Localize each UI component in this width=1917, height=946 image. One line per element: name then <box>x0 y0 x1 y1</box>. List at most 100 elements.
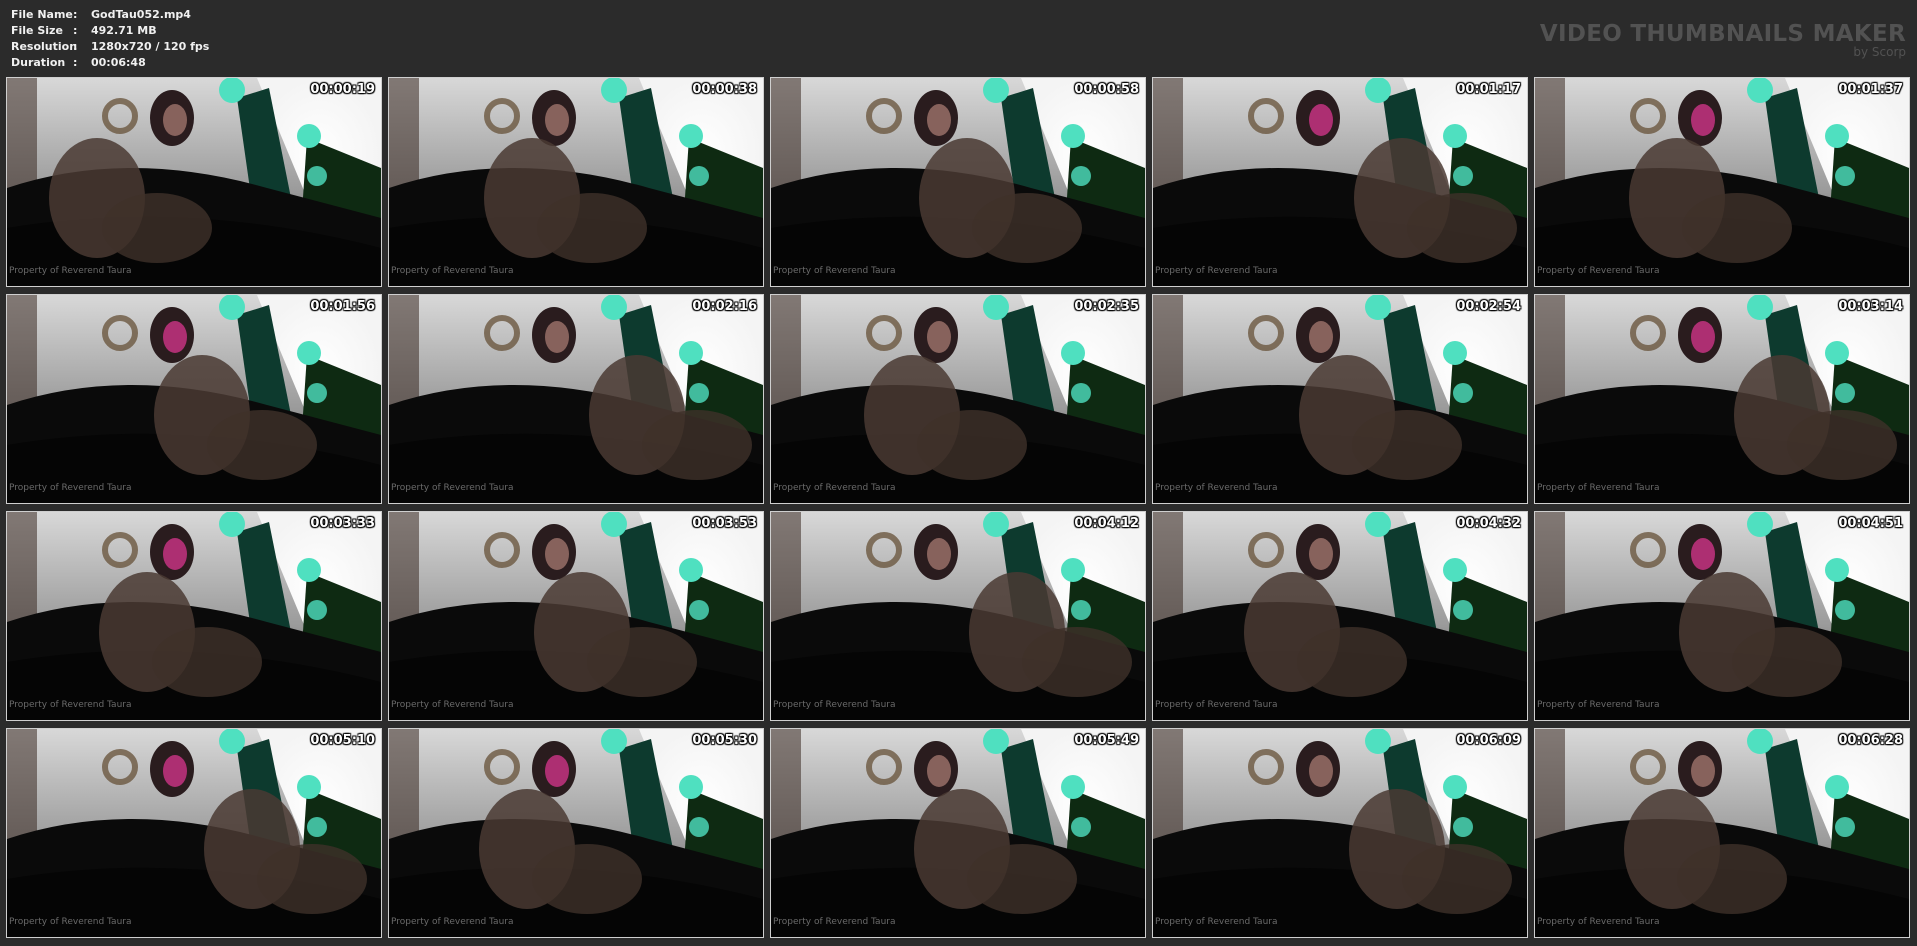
watermark-label: Property of Reverend Taura <box>391 266 514 276</box>
frame-image <box>389 729 763 937</box>
brand-title: VIDEO THUMBNAILS MAKER <box>1539 21 1906 47</box>
timestamp-label: 00:00:58 <box>1074 82 1139 97</box>
frame-image <box>1153 729 1527 937</box>
video-thumbnail[interactable]: 00:01:17 Property of Reverend Taura <box>1152 77 1528 287</box>
timestamp-label: 00:00:38 <box>692 82 757 97</box>
watermark-label: Property of Reverend Taura <box>9 700 132 710</box>
timestamp-label: 00:05:10 <box>310 733 375 748</box>
timestamp-label: 00:00:19 <box>310 82 375 97</box>
video-thumbnail[interactable]: 00:01:37 Property of Reverend Taura <box>1534 77 1910 287</box>
thumbnail-grid: 00:00:19 Property of Reverend Taura 00:00:… <box>6 77 1910 938</box>
timestamp-label: 00:04:32 <box>1456 516 1521 531</box>
duration-sep: : <box>73 56 78 69</box>
video-thumbnail[interactable]: 00:01:56 Property of Reverend Taura <box>6 294 382 504</box>
timestamp-label: 00:05:49 <box>1074 733 1139 748</box>
timestamp-label: 00:01:37 <box>1838 82 1903 97</box>
video-thumbnail[interactable]: 00:06:28 Property of Reverend Taura <box>1534 728 1910 938</box>
timestamp-label: 00:02:54 <box>1456 299 1521 314</box>
file-size-row: File Size : 492.71 MB <box>11 23 209 39</box>
watermark-label: Property of Reverend Taura <box>773 917 896 927</box>
file-name-value: GodTau052.mp4 <box>91 8 191 21</box>
contact-sheet: File Name : GodTau052.mp4 File Size : 49… <box>0 0 1917 946</box>
video-thumbnail[interactable]: 00:03:14 Property of Reverend Taura <box>1534 294 1910 504</box>
video-thumbnail[interactable]: 00:02:35 Property of Reverend Taura <box>770 294 1146 504</box>
timestamp-label: 00:06:28 <box>1838 733 1903 748</box>
frame-image <box>389 78 763 286</box>
brand-logo: VIDEO THUMBNAILS MAKER by Scorp <box>1540 22 1906 58</box>
frame-image <box>1535 729 1909 937</box>
watermark-label: Property of Reverend Taura <box>9 483 132 493</box>
frame-image <box>7 729 381 937</box>
watermark-label: Property of Reverend Taura <box>9 917 132 927</box>
frame-image <box>1153 78 1527 286</box>
frame-image <box>1153 295 1527 503</box>
frame-image <box>7 512 381 720</box>
watermark-label: Property of Reverend Taura <box>391 483 514 493</box>
watermark-label: Property of Reverend Taura <box>1155 483 1278 493</box>
duration-row: Duration : 00:06:48 <box>11 55 209 71</box>
timestamp-label: 00:05:30 <box>692 733 757 748</box>
watermark-label: Property of Reverend Taura <box>773 483 896 493</box>
video-thumbnail[interactable]: 00:02:54 Property of Reverend Taura <box>1152 294 1528 504</box>
frame-image <box>771 512 1145 720</box>
timestamp-label: 00:03:14 <box>1838 299 1903 314</box>
video-thumbnail[interactable]: 00:04:12 Property of Reverend Taura <box>770 511 1146 721</box>
file-info-panel: File Name : GodTau052.mp4 File Size : 49… <box>11 7 209 71</box>
file-name-row: File Name : GodTau052.mp4 <box>11 7 209 23</box>
resolution-key: Resolution <box>11 40 78 53</box>
file-name-sep: : <box>73 8 78 21</box>
video-thumbnail[interactable]: 00:00:19 Property of Reverend Taura <box>6 77 382 287</box>
timestamp-label: 00:02:16 <box>692 299 757 314</box>
timestamp-label: 00:02:35 <box>1074 299 1139 314</box>
frame-image <box>7 78 381 286</box>
watermark-label: Property of Reverend Taura <box>1537 266 1660 276</box>
watermark-label: Property of Reverend Taura <box>9 266 132 276</box>
video-thumbnail[interactable]: 00:03:33 Property of Reverend Taura <box>6 511 382 721</box>
file-size-sep: : <box>73 24 78 37</box>
video-thumbnail[interactable]: 00:04:32 Property of Reverend Taura <box>1152 511 1528 721</box>
file-size-key: File Size <box>11 24 63 37</box>
file-size-value: 492.71 MB <box>91 24 157 37</box>
video-thumbnail[interactable]: 00:00:38 Property of Reverend Taura <box>388 77 764 287</box>
watermark-label: Property of Reverend Taura <box>1537 700 1660 710</box>
watermark-label: Property of Reverend Taura <box>773 266 896 276</box>
frame-image <box>771 78 1145 286</box>
watermark-label: Property of Reverend Taura <box>391 700 514 710</box>
video-thumbnail[interactable]: 00:04:51 Property of Reverend Taura <box>1534 511 1910 721</box>
timestamp-label: 00:01:17 <box>1456 82 1521 97</box>
watermark-label: Property of Reverend Taura <box>773 700 896 710</box>
watermark-label: Property of Reverend Taura <box>1537 483 1660 493</box>
resolution-row: Resolution : 1280x720 / 120 fps <box>11 39 209 55</box>
video-thumbnail[interactable]: 00:03:53 Property of Reverend Taura <box>388 511 764 721</box>
timestamp-label: 00:01:56 <box>310 299 375 314</box>
watermark-label: Property of Reverend Taura <box>391 917 514 927</box>
frame-image <box>1535 78 1909 286</box>
video-thumbnail[interactable]: 00:05:10 Property of Reverend Taura <box>6 728 382 938</box>
resolution-sep: : <box>73 40 78 53</box>
watermark-label: Property of Reverend Taura <box>1155 700 1278 710</box>
video-thumbnail[interactable]: 00:06:09 Property of Reverend Taura <box>1152 728 1528 938</box>
watermark-label: Property of Reverend Taura <box>1155 917 1278 927</box>
video-thumbnail[interactable]: 00:05:49 Property of Reverend Taura <box>770 728 1146 938</box>
brand-subtitle: by Scorp <box>1853 45 1906 59</box>
timestamp-label: 00:06:09 <box>1456 733 1521 748</box>
frame-image <box>389 295 763 503</box>
video-thumbnail[interactable]: 00:05:30 Property of Reverend Taura <box>388 728 764 938</box>
duration-key: Duration <box>11 56 66 69</box>
timestamp-label: 00:03:53 <box>692 516 757 531</box>
timestamp-label: 00:03:33 <box>310 516 375 531</box>
video-thumbnail[interactable]: 00:02:16 Property of Reverend Taura <box>388 294 764 504</box>
timestamp-label: 00:04:51 <box>1838 516 1903 531</box>
watermark-label: Property of Reverend Taura <box>1537 917 1660 927</box>
video-thumbnail[interactable]: 00:00:58 Property of Reverend Taura <box>770 77 1146 287</box>
frame-image <box>7 295 381 503</box>
resolution-value: 1280x720 / 120 fps <box>91 40 210 53</box>
frame-image <box>1535 295 1909 503</box>
frame-image <box>389 512 763 720</box>
frame-image <box>1153 512 1527 720</box>
file-name-key: File Name <box>11 8 73 21</box>
duration-value: 00:06:48 <box>91 56 146 69</box>
watermark-label: Property of Reverend Taura <box>1155 266 1278 276</box>
timestamp-label: 00:04:12 <box>1074 516 1139 531</box>
frame-image <box>771 295 1145 503</box>
